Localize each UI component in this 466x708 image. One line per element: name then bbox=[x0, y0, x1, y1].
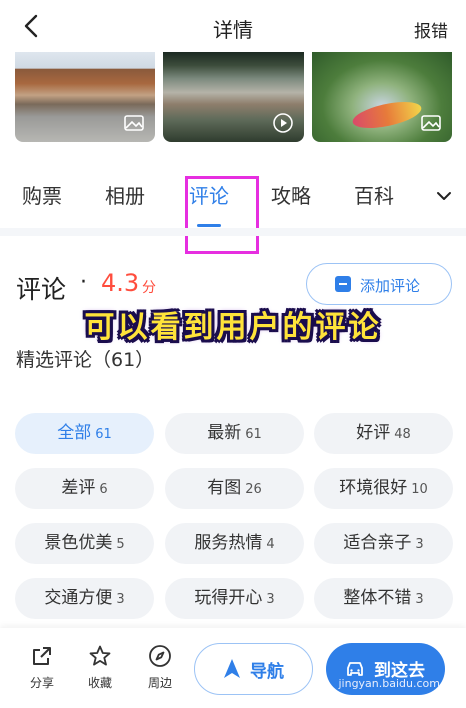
chip-positive[interactable]: 好评 48 bbox=[314, 413, 453, 454]
chip-label: 好评 bbox=[356, 423, 391, 443]
chip-label: 最新 bbox=[207, 423, 242, 443]
play-icon bbox=[273, 113, 293, 133]
chip-beautiful-scenery[interactable]: 景色优美 5 bbox=[15, 523, 154, 564]
video-thumbnail[interactable] bbox=[163, 52, 304, 142]
chip-label: 环境很好 bbox=[339, 478, 408, 498]
chip-label: 适合亲子 bbox=[343, 533, 412, 553]
nearby-button[interactable]: 周边 bbox=[138, 644, 182, 691]
chip-count: 6 bbox=[99, 482, 108, 497]
chip-count: 3 bbox=[415, 537, 424, 552]
tab-encyclopedia[interactable]: 百科 bbox=[354, 180, 394, 209]
chip-latest[interactable]: 最新 61 bbox=[165, 413, 304, 454]
chip-count: 4 bbox=[266, 537, 275, 552]
chip-label: 有图 bbox=[207, 478, 242, 498]
chip-count: 3 bbox=[266, 592, 275, 607]
share-button[interactable]: 分享 bbox=[20, 644, 64, 691]
chip-with-photos[interactable]: 有图 26 bbox=[165, 468, 304, 509]
chip-had-fun[interactable]: 玩得开心 3 bbox=[165, 578, 304, 619]
favorite-button[interactable]: 收藏 bbox=[78, 644, 122, 691]
rating-unit: 分 bbox=[142, 280, 156, 296]
add-review-label: 添加评论 bbox=[360, 277, 421, 295]
watermark: jingyan.baidu.com bbox=[338, 677, 440, 690]
photo-1[interactable] bbox=[15, 52, 155, 142]
selected-reviews-label: 精选评论（61） bbox=[16, 349, 155, 371]
photo-decor bbox=[350, 96, 424, 134]
navigate-button[interactable]: 导航 bbox=[194, 643, 313, 695]
overlay-caption: 可以看到用户的评论 bbox=[84, 310, 382, 345]
annotation-highlight-box bbox=[185, 176, 259, 254]
compass-icon bbox=[149, 645, 171, 667]
chip-label: 玩得开心 bbox=[194, 588, 263, 608]
header: 详情 报错 bbox=[0, 0, 466, 52]
chip-count: 3 bbox=[116, 592, 125, 607]
share-icon bbox=[33, 647, 51, 665]
chip-label: 交通方便 bbox=[44, 588, 113, 608]
chip-nice-environment[interactable]: 环境很好 10 bbox=[314, 468, 453, 509]
chip-count: 48 bbox=[394, 427, 411, 442]
reviews-title: 评论 bbox=[16, 275, 67, 304]
page-title: 详情 bbox=[213, 18, 253, 42]
image-icon bbox=[421, 115, 441, 131]
chevron-down-icon[interactable] bbox=[434, 186, 454, 206]
report-button[interactable]: 报错 bbox=[414, 17, 448, 42]
navigate-label: 导航 bbox=[250, 662, 284, 682]
reviews-dot: · bbox=[80, 270, 87, 295]
nearby-label: 周边 bbox=[147, 676, 172, 690]
chip-warm-service[interactable]: 服务热情 4 bbox=[165, 523, 304, 564]
star-icon bbox=[89, 645, 111, 666]
chip-count: 10 bbox=[411, 482, 428, 497]
tab-album[interactable]: 相册 bbox=[105, 180, 145, 209]
chip-label: 全部 bbox=[57, 423, 92, 443]
image-icon bbox=[124, 115, 144, 131]
photo-strip bbox=[0, 52, 466, 144]
photo-3[interactable] bbox=[312, 52, 452, 142]
add-review-button[interactable]: 添加评论 bbox=[306, 263, 452, 305]
section-divider bbox=[0, 228, 466, 236]
bottom-action-bar: 分享 收藏 周边 导航 到这去 jingyan.baidu.com bbox=[0, 628, 466, 708]
chip-count: 61 bbox=[95, 427, 112, 442]
chip-convenient-transport[interactable]: 交通方便 3 bbox=[15, 578, 154, 619]
rating-score: 4.3 bbox=[101, 269, 140, 297]
favorite-label: 收藏 bbox=[87, 676, 112, 690]
chip-count: 5 bbox=[116, 537, 125, 552]
tab-tickets[interactable]: 购票 bbox=[22, 180, 62, 209]
chip-label: 整体不错 bbox=[343, 588, 412, 608]
chip-all[interactable]: 全部 61 bbox=[15, 413, 154, 454]
add-review-icon bbox=[335, 276, 351, 292]
chip-count: 3 bbox=[415, 592, 424, 607]
navigation-arrow-icon bbox=[224, 659, 240, 678]
chip-count: 26 bbox=[245, 482, 262, 497]
chip-label: 差评 bbox=[61, 478, 96, 498]
chip-negative[interactable]: 差评 6 bbox=[15, 468, 154, 509]
chip-label: 服务热情 bbox=[194, 533, 263, 553]
chip-overall-good[interactable]: 整体不错 3 bbox=[314, 578, 453, 619]
tab-guides[interactable]: 攻略 bbox=[271, 180, 311, 209]
chip-label: 景色优美 bbox=[44, 533, 113, 553]
chip-count: 61 bbox=[245, 427, 262, 442]
share-label: 分享 bbox=[29, 676, 54, 690]
chip-family-friendly[interactable]: 适合亲子 3 bbox=[314, 523, 453, 564]
